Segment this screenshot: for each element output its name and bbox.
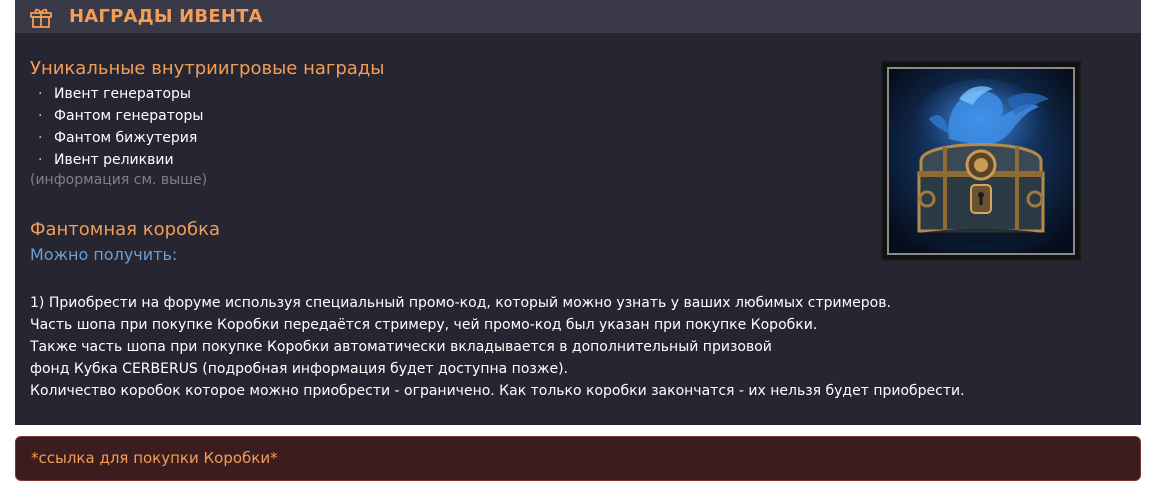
bullet: ·: [38, 86, 43, 102]
event-rewards-panel: НАГРАДЫ ИВЕНТА Уникальные внутриигровые …: [15, 0, 1141, 425]
phantom-box-title: Фантомная коробка: [30, 219, 221, 240]
purchase-link-box[interactable]: *ссылка для покупки Коробки*: [15, 436, 1141, 481]
dragon-chest-image: [887, 67, 1075, 255]
phantom-box-description: 1) Приобрести на форуме используя специа…: [30, 292, 965, 402]
dragon-chest-icon: [889, 69, 1073, 253]
phantom-box-subtitle: Можно получить:: [30, 245, 178, 264]
unique-rewards-list: · Ивент генераторы · Фантом генераторы · Фа…: [38, 83, 203, 171]
bullet: ·: [38, 130, 43, 146]
gift-icon: [30, 8, 52, 28]
list-item: · Ивент генераторы: [38, 83, 203, 105]
list-item: · Фантом генераторы: [38, 105, 203, 127]
phantom-box-image-frame: [881, 61, 1081, 261]
list-item: · Ивент реликвии: [38, 149, 203, 171]
list-item-label: Фантом бижутерия: [54, 130, 198, 146]
bullet: ·: [38, 108, 43, 124]
description-line: фонд Кубка CERBERUS (подробная информаци…: [30, 361, 568, 377]
purchase-link[interactable]: *ссылка для покупки Коробки*: [31, 449, 278, 467]
unique-rewards-title: Уникальные внутриигровые награды: [30, 58, 385, 79]
description-line: Количество коробок которое можно приобре…: [30, 383, 965, 399]
list-item-label: Ивент генераторы: [54, 86, 191, 102]
bullet: ·: [38, 152, 43, 168]
panel-title: НАГРАДЫ ИВЕНТА: [69, 6, 263, 27]
list-item-label: Фантом генераторы: [54, 108, 204, 124]
list-item-label: Ивент реликвии: [54, 152, 174, 168]
list-item: · Фантом бижутерия: [38, 127, 203, 149]
description-line: Часть шопа при покупке Коробки передаётс…: [30, 317, 818, 333]
panel-header: НАГРАДЫ ИВЕНТА: [15, 0, 1141, 33]
info-note: (информация см. выше): [30, 172, 208, 188]
description-line: Также часть шопа при покупке Коробки авт…: [30, 339, 772, 355]
description-line: 1) Приобрести на форуме используя специа…: [30, 295, 891, 311]
